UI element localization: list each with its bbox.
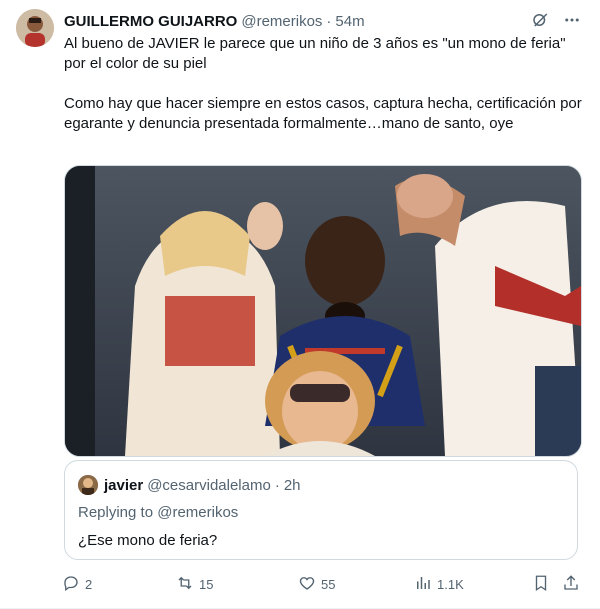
replying-to: Replying to @remerikos <box>78 504 238 521</box>
like-button[interactable]: 55 <box>298 572 335 596</box>
like-count: 55 <box>321 576 336 592</box>
quoted-author-handle[interactable]: @cesarvidalelamo <box>147 477 271 494</box>
share-icon <box>562 574 580 595</box>
repost-count: 15 <box>199 576 214 592</box>
tweet-text-paragraph-2: Como hay que hacer siempre en estos caso… <box>64 95 582 132</box>
author-name[interactable]: GUILLERMO GUIJARRO <box>64 13 237 30</box>
tweet-text-paragraph-1: Al bueno de JAVIER le parece que un niño… <box>64 35 566 72</box>
bookmark-button[interactable] <box>532 572 550 596</box>
author-handle[interactable]: @remerikos <box>241 13 322 30</box>
quoted-author-avatar[interactable] <box>78 475 98 495</box>
quoted-tweet[interactable]: javier @cesarvidalelamo · 2h Replying to… <box>64 460 578 560</box>
quoted-tweet-text: ¿Ese mono de feria? <box>78 532 218 549</box>
replying-to-label: Replying to <box>78 504 158 521</box>
repost-button[interactable]: 15 <box>176 572 213 596</box>
like-icon <box>298 574 316 595</box>
tweet-actions: 2 15 55 1.1K <box>58 572 588 596</box>
replying-to-mention[interactable]: @remerikos <box>157 504 238 521</box>
tweet[interactable]: GUILLERMO GUIJARRO @remerikos · 54m Al b… <box>0 0 600 609</box>
tweet-header: GUILLERMO GUIJARRO @remerikos · 54m <box>64 10 580 32</box>
quoted-author-name[interactable]: javier <box>104 477 143 494</box>
views-button[interactable]: 1.1K <box>414 572 464 596</box>
reply-button[interactable]: 2 <box>62 572 92 596</box>
quoted-tweet-header: javier @cesarvidalelamo · 2h <box>78 474 301 496</box>
quoted-tweet-time[interactable]: 2h <box>284 477 301 494</box>
more-icon[interactable] <box>562 10 582 30</box>
bookmark-icon <box>532 574 550 595</box>
share-button[interactable] <box>562 572 580 596</box>
tweet-text: Al bueno de JAVIER le parece que un niño… <box>64 34 584 134</box>
views-count: 1.1K <box>437 576 464 592</box>
reply-icon <box>62 574 80 595</box>
separator-dot: · <box>274 476 280 494</box>
header-icons <box>530 10 582 30</box>
views-icon <box>414 574 432 595</box>
tweet-media-photo[interactable] <box>64 165 582 457</box>
grok-icon[interactable] <box>530 10 550 30</box>
tweet-time[interactable]: 54m <box>335 13 364 30</box>
separator-dot: · <box>326 12 332 30</box>
reply-count: 2 <box>85 576 93 592</box>
author-avatar[interactable] <box>16 9 54 47</box>
repost-icon <box>176 574 194 595</box>
